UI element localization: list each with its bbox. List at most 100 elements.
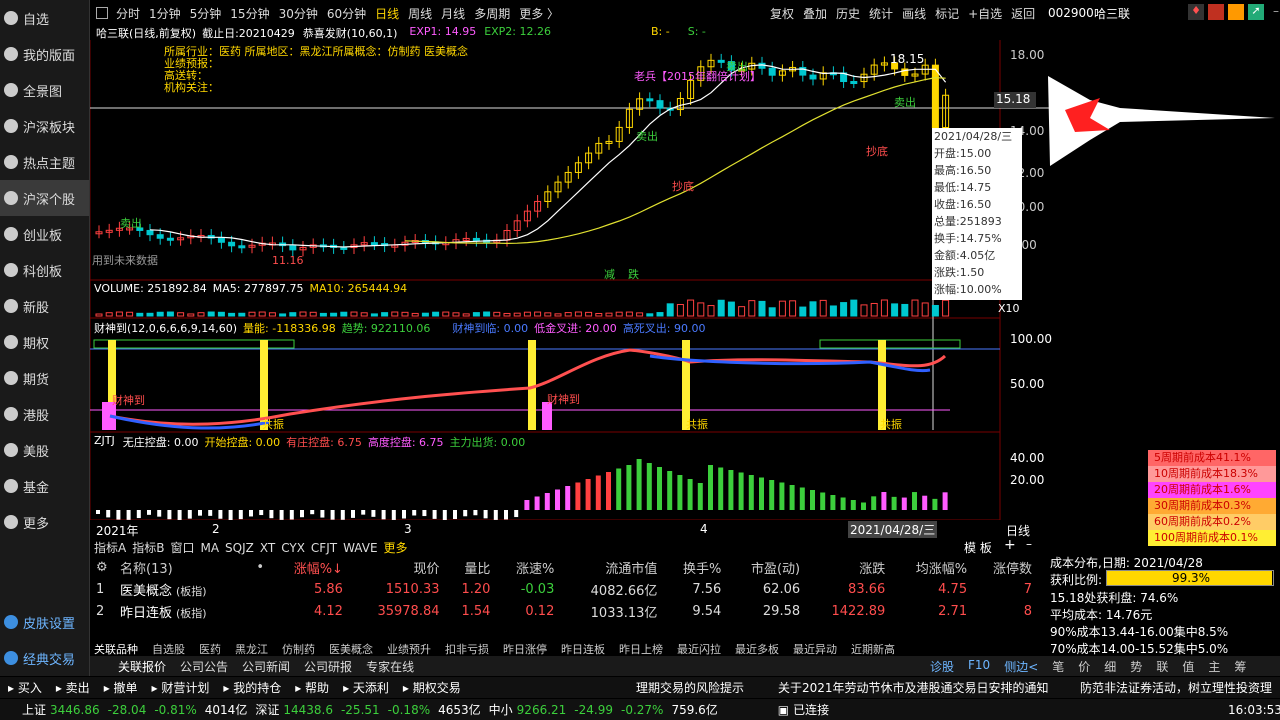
info-tab[interactable]: 专家在线 [366, 658, 414, 675]
period-tab[interactable]: 30分钟 [279, 5, 318, 22]
side-tab[interactable]: 联 [1156, 658, 1168, 675]
trade-button[interactable]: ▸ 买入 [8, 679, 42, 696]
column-header[interactable]: • [246, 556, 268, 578]
column-header[interactable]: 量比 [444, 556, 495, 578]
zjtj-name[interactable]: ZJTJ [94, 434, 115, 450]
period-tab[interactable]: 60分钟 [327, 5, 366, 22]
settings-icon[interactable]: ⚙ [92, 556, 116, 578]
bottom-tab[interactable]: 黑龙江 [235, 641, 268, 657]
chart-tool-button[interactable]: 叠加 [803, 5, 827, 22]
chart-tool-button[interactable]: 统计 [869, 5, 893, 22]
trade-button[interactable]: ▸ 撤单 [104, 679, 138, 696]
news-ticker[interactable]: 理期交易的风险提示 [636, 679, 744, 696]
chart-tool-button[interactable]: 标记 [935, 5, 959, 22]
side-tab[interactable]: 势 [1130, 658, 1142, 675]
chart-tool-button[interactable]: 返回 [1011, 5, 1035, 22]
minimize-icon[interactable]: – [1268, 4, 1280, 20]
period-tab[interactable]: 1分钟 [149, 5, 181, 22]
nav-item[interactable]: 沪深个股 [0, 180, 89, 216]
indicator-tab[interactable]: WAVE [343, 541, 377, 555]
indicator-tab[interactable]: CFJT [311, 541, 337, 555]
nav-item[interactable]: 我的版面 [0, 36, 89, 72]
bottom-tab[interactable]: 近期新高 [851, 641, 895, 657]
bottom-tab[interactable]: 关联品种 [94, 641, 138, 657]
period-tab[interactable]: 更多 〉 [519, 5, 559, 22]
bottom-tab[interactable]: 昨日连板 [561, 641, 605, 657]
chart-tool-button[interactable]: 复权 [770, 5, 794, 22]
side-tab[interactable]: 价 [1078, 658, 1090, 675]
sh-index-name[interactable]: 上证 [22, 701, 46, 718]
caishen-name[interactable]: 财神到(12,0,6,6,6,9,14,60) [94, 320, 237, 336]
nav-item[interactable]: 基金 [0, 468, 89, 504]
indicator-tab[interactable]: 窗口 [170, 539, 194, 556]
period-tab[interactable]: 15分钟 [230, 5, 269, 22]
side-tab[interactable]: 筹 [1234, 658, 1246, 675]
nav-item[interactable]: 沪深板块 [0, 108, 89, 144]
chart-tool-button[interactable]: +自选 [968, 5, 1002, 22]
indicator-tab[interactable]: 更多 [384, 539, 408, 556]
zx-index-name[interactable]: 中小 [489, 701, 513, 718]
classic-trade-button[interactable]: 经典交易 [0, 640, 90, 676]
side-tab[interactable]: 诊股 [930, 658, 954, 675]
indicator-tab[interactable]: XT [260, 541, 275, 555]
nav-item[interactable]: 热点主题 [0, 144, 89, 180]
period-tab[interactable]: 月线 [441, 5, 465, 22]
skin-settings-button[interactable]: 皮肤设置 [0, 604, 90, 640]
trade-button[interactable]: ▸ 天添利 [343, 679, 389, 696]
nav-item[interactable]: 创业板 [0, 216, 89, 252]
column-header[interactable]: 换手% [661, 556, 725, 578]
column-header[interactable]: 涨速% [494, 556, 558, 578]
bottom-tab[interactable]: 昨日涨停 [503, 641, 547, 657]
trade-button[interactable]: ▸ 期权交易 [403, 679, 461, 696]
side-tab[interactable]: 值 [1182, 658, 1194, 675]
news-ticker[interactable]: 关于2021年劳动节休市及港股通交易日安排的通知 [778, 679, 1049, 696]
bottom-tab[interactable]: 医美概念 [329, 641, 373, 657]
indicator-tab[interactable]: SQJZ [225, 541, 254, 555]
nav-item[interactable]: 期货 [0, 360, 89, 396]
bottom-tab[interactable]: 最近多板 [735, 641, 779, 657]
indicator-tab[interactable]: 指标A [94, 539, 126, 556]
minus-icon[interactable]: – [1026, 537, 1032, 551]
bottom-tab[interactable]: 医药 [199, 641, 221, 657]
indicator-tab[interactable]: CYX [281, 541, 305, 555]
table-row[interactable]: 2 昨日连板 (板指) 4.12 35978.84 1.54 0.12 1033.13亿 9.5… [92, 600, 1036, 622]
column-header[interactable]: 涨幅%↓ [268, 556, 347, 578]
template-button[interactable]: 模 板 [964, 539, 992, 556]
column-header[interactable]: 均涨幅% [889, 556, 971, 578]
flag-icon[interactable] [1208, 4, 1224, 20]
table-row[interactable]: 1 医美概念 (板指) 5.86 1510.33 1.20 -0.03 4082.66亿 7.5… [92, 578, 1036, 600]
period-tab[interactable]: 5分钟 [190, 5, 222, 22]
indicator-tab[interactable]: MA [200, 541, 219, 555]
period-tab[interactable]: 周线 [408, 5, 432, 22]
period-tab[interactable]: 日线 [375, 5, 399, 22]
bottom-tab[interactable]: 最近异动 [793, 641, 837, 657]
bottom-tab[interactable]: 最近闪拉 [677, 641, 721, 657]
side-tab[interactable]: 细 [1104, 658, 1116, 675]
trade-button[interactable]: ▸ 卖出 [56, 679, 90, 696]
info-tab[interactable]: 公司公告 [180, 658, 228, 675]
side-tab[interactable]: 笔 [1052, 658, 1064, 675]
share-icon[interactable]: ➚ [1248, 4, 1264, 20]
nav-item[interactable]: 更多 [0, 504, 89, 540]
column-header[interactable]: 涨跌 [804, 556, 889, 578]
nav-item[interactable]: 自选 [0, 0, 89, 36]
news-ticker[interactable]: 防范非法证券活动，树立理性投资理 [1080, 679, 1272, 696]
nav-item[interactable]: 美股 [0, 432, 89, 468]
bottom-tab[interactable]: 仿制药 [282, 641, 315, 657]
info-tab[interactable]: 关联报价 [118, 658, 166, 675]
side-tab[interactable]: F10 [968, 658, 990, 675]
column-header[interactable]: 涨停数 [971, 556, 1036, 578]
bottom-tab[interactable]: 业绩预升 [387, 641, 431, 657]
trade-button[interactable]: ▸ 我的持仓 [223, 679, 281, 696]
add-icon[interactable]: + [1004, 537, 1016, 553]
info-tab[interactable]: 公司研报 [304, 658, 352, 675]
nav-item[interactable]: 港股 [0, 396, 89, 432]
indicator-name[interactable]: 恭喜发财(10,60,1) [303, 25, 398, 41]
play-icon[interactable] [1228, 4, 1244, 20]
column-header[interactable]: 现价 [347, 556, 444, 578]
chart-tool-button[interactable]: 画线 [902, 5, 926, 22]
info-tab[interactable]: 公司新闻 [242, 658, 290, 675]
panel-toggle-icon[interactable] [96, 7, 108, 19]
period-tab[interactable]: 分时 [116, 5, 140, 22]
nav-item[interactable]: 新股 [0, 288, 89, 324]
